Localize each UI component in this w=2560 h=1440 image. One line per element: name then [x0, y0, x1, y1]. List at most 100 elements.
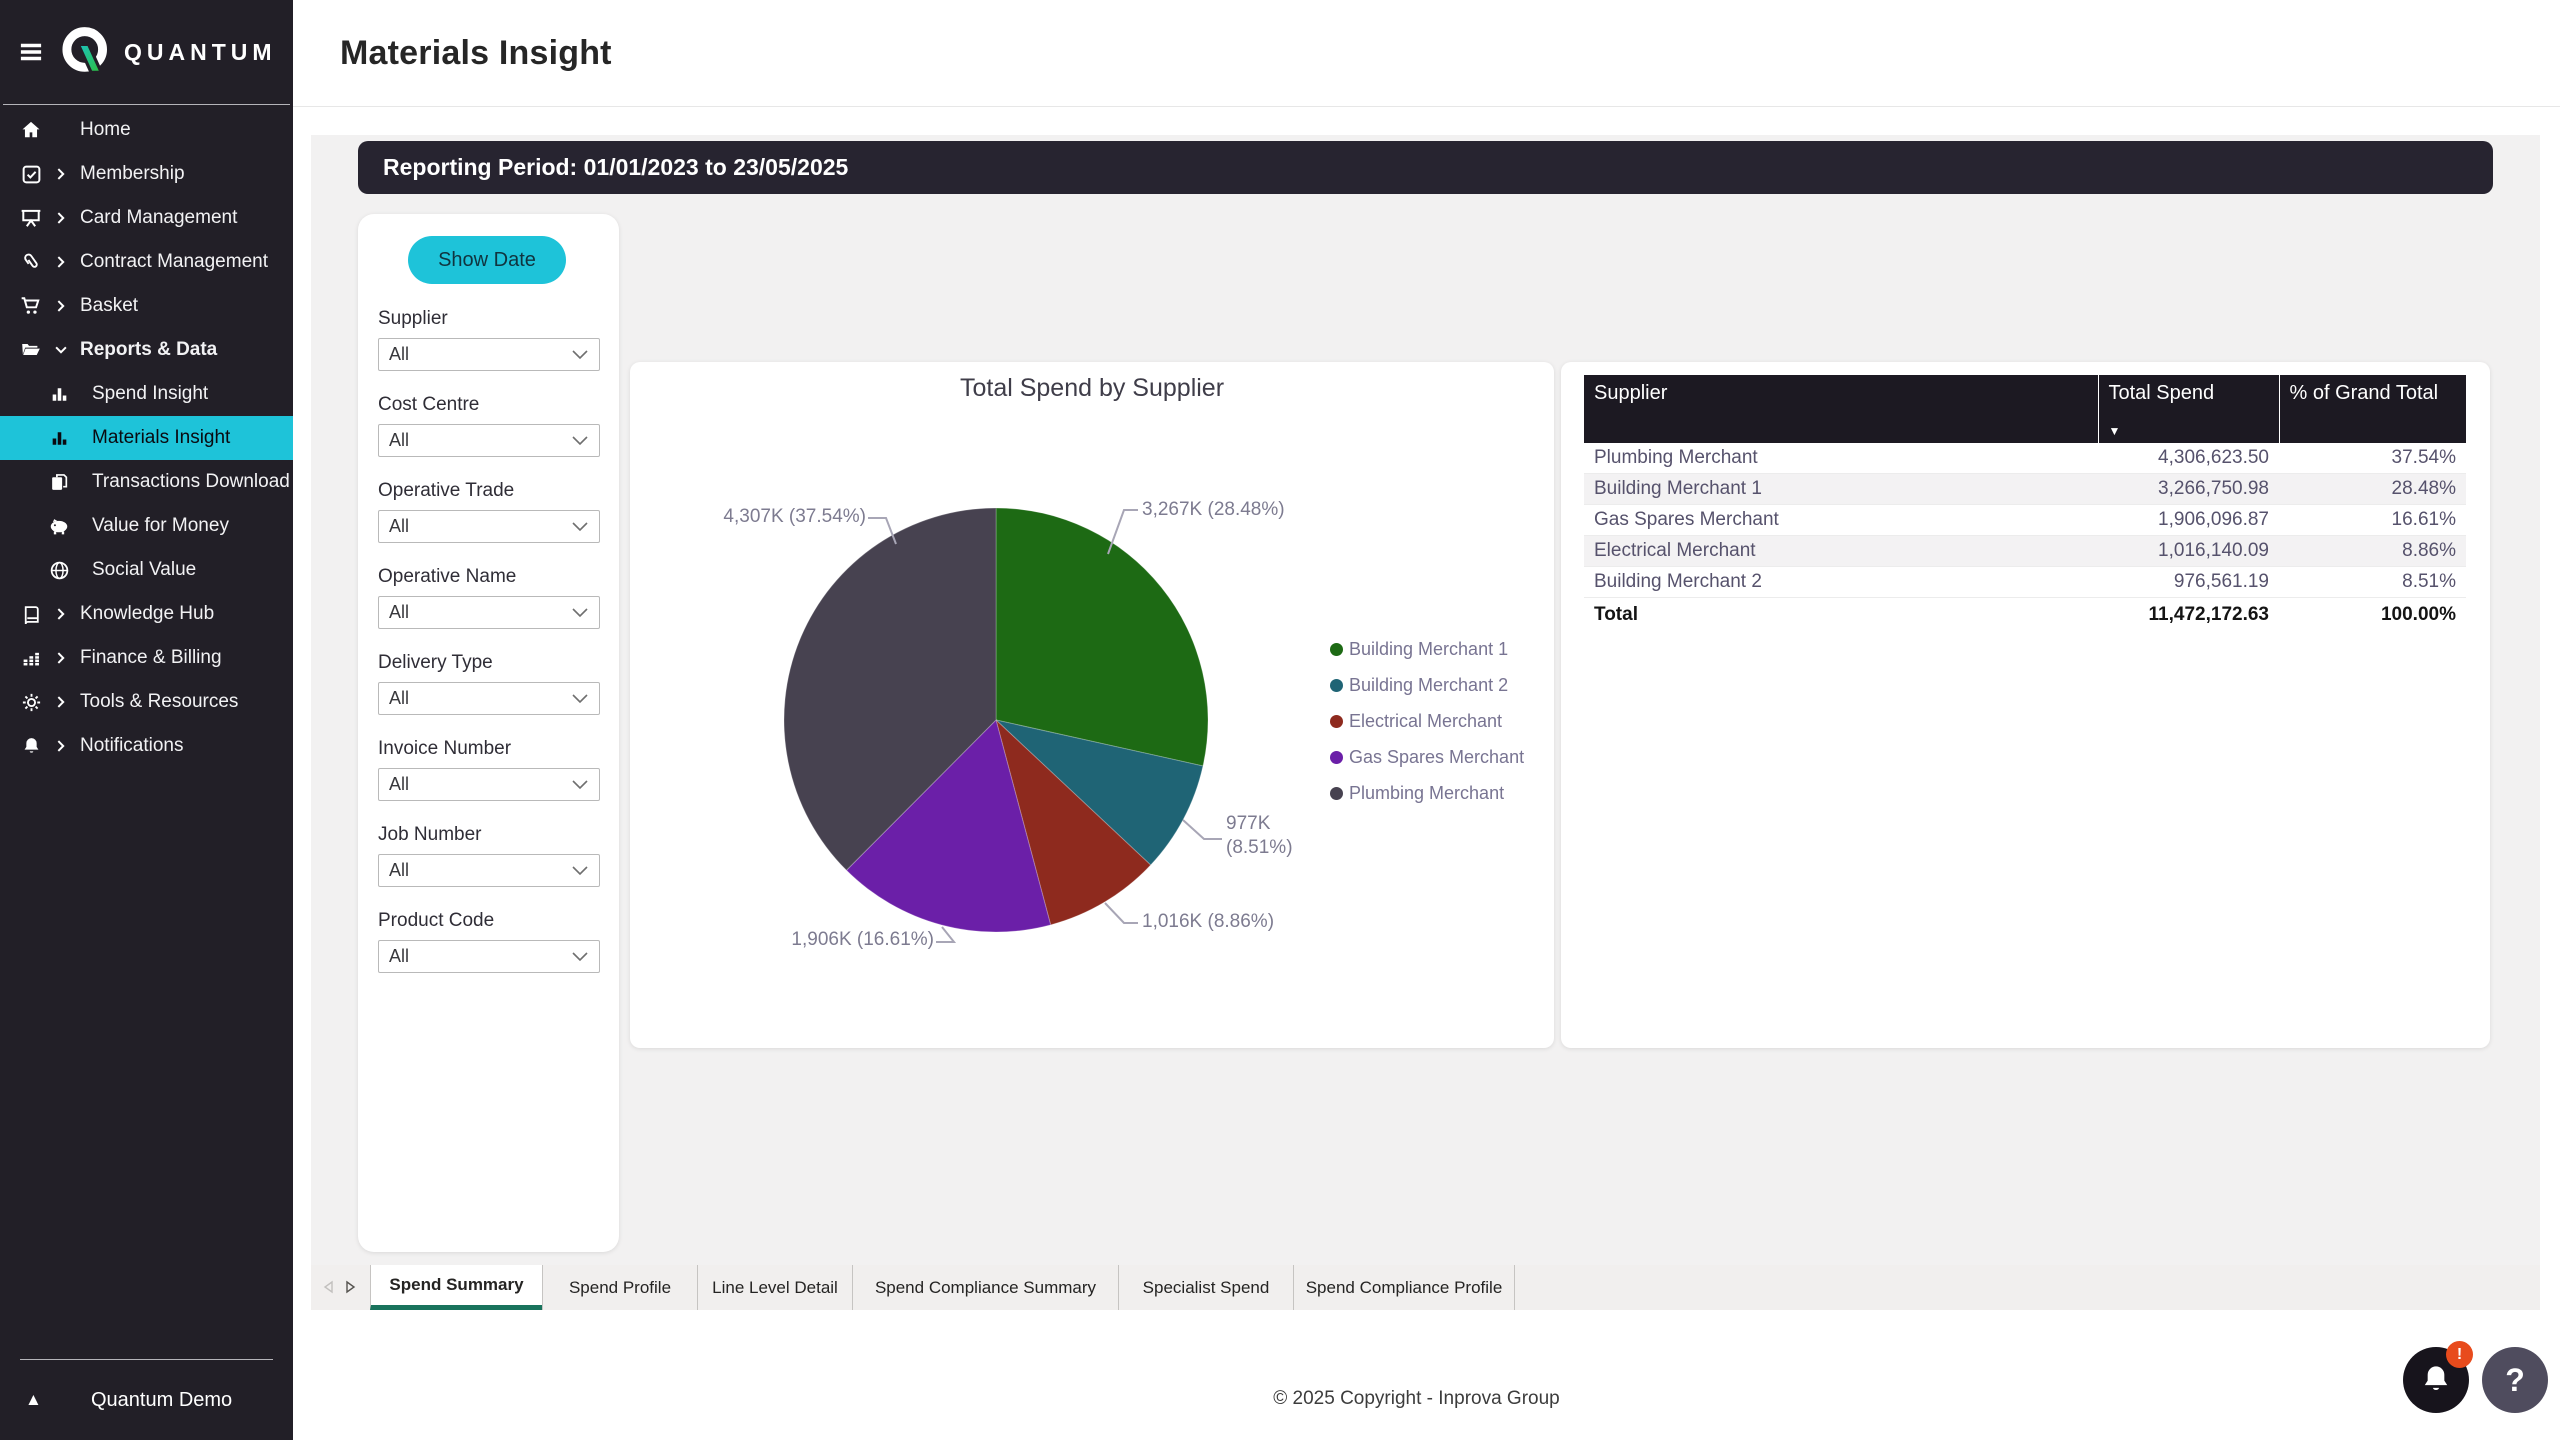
help-fab[interactable]: ?	[2482, 1347, 2548, 1413]
account-switcher[interactable]: ▲ Quantum Demo	[0, 1360, 293, 1440]
operative-trade-select[interactable]: All	[378, 510, 600, 543]
legend-item[interactable]: Building Merchant 2	[1330, 674, 1524, 696]
page-title: Materials Insight	[340, 34, 612, 73]
filter-label: Invoice Number	[378, 738, 600, 760]
legend-swatch	[1330, 643, 1343, 656]
pie-label-electrical: 1,016K (8.86%)	[1142, 910, 1274, 934]
table-row[interactable]: Building Merchant 2 976,561.19 8.51%	[1584, 567, 2466, 598]
delivery-type-select[interactable]: All	[378, 682, 600, 715]
cell-total-spend: 1,016,140.09	[2098, 536, 2279, 567]
chevron-down-icon	[571, 779, 589, 791]
pie-label-gas-spares: 1,906K (16.61%)	[770, 928, 934, 952]
legend-item[interactable]: Gas Spares Merchant	[1330, 746, 1524, 768]
legend-swatch	[1330, 679, 1343, 692]
cost-centre-select[interactable]: All	[378, 424, 600, 457]
selected-value: All	[389, 602, 409, 623]
sidebar-item-transactions-download[interactable]: Transactions Download	[0, 460, 293, 504]
sidebar-item-basket[interactable]: Basket	[0, 284, 293, 328]
column-header-total-spend[interactable]: Total Spend ▼	[2098, 375, 2279, 443]
gear-icon	[18, 691, 44, 713]
table-row[interactable]: Plumbing Merchant 4,306,623.50 37.54%	[1584, 443, 2466, 474]
pie-callout-line	[1183, 820, 1222, 839]
sidebar-item-tools-resources[interactable]: Tools & Resources	[0, 680, 293, 724]
chevron-down-icon	[571, 521, 589, 533]
sidebar-item-spend-insight[interactable]: Spend Insight	[0, 372, 293, 416]
cell-pct: 8.86%	[2279, 536, 2466, 567]
tab-next-icon[interactable]	[345, 1280, 358, 1295]
tab-spend-compliance-summary[interactable]: Spend Compliance Summary	[852, 1265, 1118, 1310]
sidebar-item-value-for-money[interactable]: Value for Money	[0, 504, 293, 548]
sidebar-item-label: Basket	[80, 295, 138, 317]
filter-operative-trade: Operative Trade All	[378, 480, 600, 543]
sidebar-item-finance-billing[interactable]: Finance & Billing	[0, 636, 293, 680]
tab-spend-compliance-profile[interactable]: Spend Compliance Profile	[1293, 1265, 1515, 1310]
card-terminal-icon	[18, 207, 44, 229]
sort-descending-icon: ▼	[2109, 425, 2269, 437]
sidebar-item-membership[interactable]: Membership	[0, 152, 293, 196]
block-chart-icon	[18, 647, 44, 669]
cell-pct: 8.51%	[2279, 567, 2466, 598]
selected-value: All	[389, 774, 409, 795]
chevron-down-icon	[571, 693, 589, 705]
sidebar-item-reports-data[interactable]: Reports & Data	[0, 328, 293, 372]
selected-value: All	[389, 516, 409, 537]
bell-icon	[2419, 1363, 2453, 1397]
cell-total-label: Total	[1584, 598, 2098, 631]
operative-name-select[interactable]: All	[378, 596, 600, 629]
sidebar-item-materials-insight[interactable]: Materials Insight	[0, 416, 293, 460]
cell-total-pct: 100.00%	[2279, 598, 2466, 631]
legend-item[interactable]: Plumbing Merchant	[1330, 782, 1524, 804]
legend-swatch	[1330, 787, 1343, 800]
supplier-table: Supplier Total Spend ▼ % of Grand Total	[1584, 375, 2466, 630]
cell-supplier: Gas Spares Merchant	[1584, 505, 2098, 536]
legend-item[interactable]: Electrical Merchant	[1330, 710, 1524, 732]
sidebar-item-home[interactable]: Home	[0, 108, 293, 152]
column-header-supplier[interactable]: Supplier	[1584, 375, 2098, 443]
table-row[interactable]: Building Merchant 1 3,266,750.98 28.48%	[1584, 474, 2466, 505]
sidebar-item-label: Tools & Resources	[80, 691, 238, 713]
home-icon	[18, 119, 44, 141]
filter-cost-centre: Cost Centre All	[378, 394, 600, 457]
product-code-select[interactable]: All	[378, 940, 600, 973]
tab-spend-profile[interactable]: Spend Profile	[542, 1265, 697, 1310]
sidebar-item-contract-management[interactable]: Contract Management	[0, 240, 293, 284]
chevron-down-icon	[571, 865, 589, 877]
sidebar-item-notifications[interactable]: Notifications	[0, 724, 293, 768]
invoice-number-select[interactable]: All	[378, 768, 600, 801]
tab-specialist-spend[interactable]: Specialist Spend	[1118, 1265, 1293, 1310]
piggy-bank-icon	[46, 515, 72, 537]
legend-swatch	[1330, 715, 1343, 728]
account-name: Quantum Demo	[91, 1389, 232, 1412]
tab-prev-icon[interactable]	[322, 1280, 335, 1295]
chart-legend: Building Merchant 1 Building Merchant 2 …	[1330, 638, 1524, 818]
supplier-table-card: Supplier Total Spend ▼ % of Grand Total	[1561, 362, 2490, 1048]
cell-total-spend: 11,472,172.63	[2098, 598, 2279, 631]
table-row[interactable]: Gas Spares Merchant 1,906,096.87 16.61%	[1584, 505, 2466, 536]
column-header-pct-grand-total[interactable]: % of Grand Total	[2279, 375, 2466, 443]
bottom-strip: © 2025 Copyright - Inprova Group ! ?	[293, 1310, 2560, 1440]
show-date-button[interactable]: Show Date	[408, 236, 566, 284]
folder-open-icon	[18, 339, 44, 361]
menu-icon[interactable]	[18, 39, 44, 65]
page-header: Materials Insight	[293, 0, 2560, 107]
tab-line-level-detail[interactable]: Line Level Detail	[697, 1265, 852, 1310]
sidebar-item-knowledge-hub[interactable]: Knowledge Hub	[0, 592, 293, 636]
tab-spend-summary[interactable]: Spend Summary	[370, 1265, 542, 1310]
sidebar-item-label: Finance & Billing	[80, 647, 222, 669]
legend-item[interactable]: Building Merchant 1	[1330, 638, 1524, 660]
copyright-text: © 2025 Copyright - Inprova Group	[293, 1388, 2540, 1410]
legend-label: Plumbing Merchant	[1349, 783, 1504, 804]
filter-label: Operative Trade	[378, 480, 600, 502]
filter-label: Supplier	[378, 308, 600, 330]
tab-nav-arrows	[311, 1265, 370, 1310]
check-square-icon	[18, 163, 44, 185]
sidebar-item-social-value[interactable]: Social Value	[0, 548, 293, 592]
pie-callout-line	[1105, 903, 1138, 923]
notifications-fab[interactable]: !	[2403, 1347, 2469, 1413]
job-number-select[interactable]: All	[378, 854, 600, 887]
table-row[interactable]: Electrical Merchant 1,016,140.09 8.86%	[1584, 536, 2466, 567]
cell-supplier: Electrical Merchant	[1584, 536, 2098, 567]
supplier-select[interactable]: All	[378, 338, 600, 371]
cell-total-spend: 3,266,750.98	[2098, 474, 2279, 505]
sidebar-item-card-management[interactable]: Card Management	[0, 196, 293, 240]
